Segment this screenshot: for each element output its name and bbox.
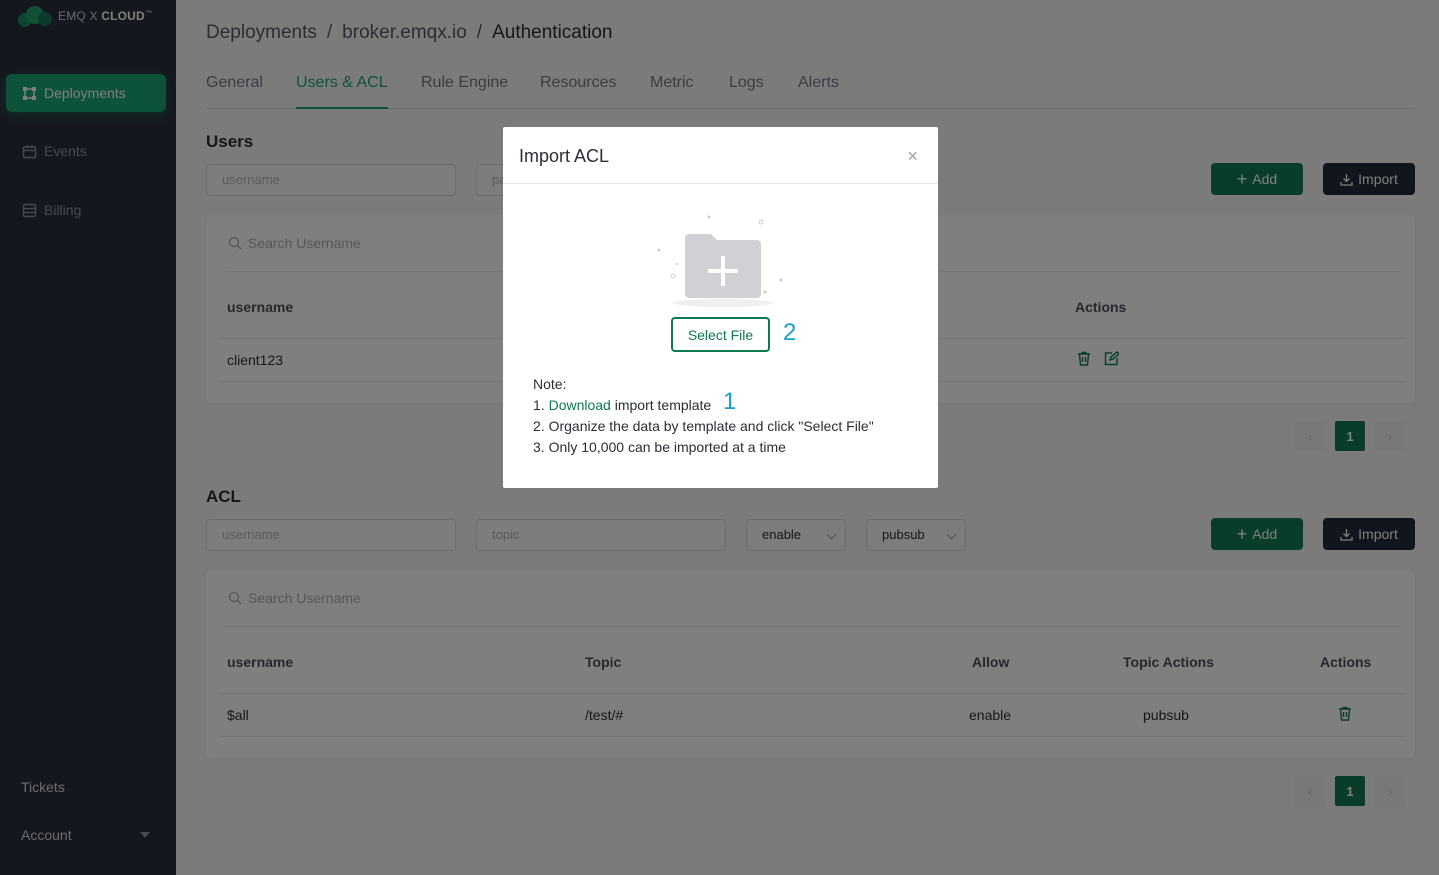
note-1: 1. Download import template bbox=[533, 397, 712, 413]
note-3: 3. Only 10,000 can be imported at a time bbox=[533, 439, 786, 455]
modal-title: Import ACL bbox=[519, 146, 610, 166]
close-icon[interactable]: × bbox=[907, 146, 918, 167]
select-file-button[interactable]: Select File bbox=[671, 317, 770, 352]
annotation-step-1: 1 bbox=[723, 388, 737, 415]
download-template-link[interactable]: Download bbox=[549, 397, 611, 413]
note-2: 2. Organize the data by template and cli… bbox=[533, 418, 874, 434]
import-notes: Note: 1. Download import template 2. Org… bbox=[533, 374, 874, 458]
import-acl-modal: Import ACL × Select File 2 Note: 1. Down… bbox=[503, 127, 938, 488]
modal-header: Import ACL × bbox=[503, 127, 938, 184]
folder-upload-icon bbox=[657, 215, 783, 307]
note-label: Note: bbox=[533, 376, 567, 392]
annotation-step-2: 2 bbox=[783, 319, 797, 346]
